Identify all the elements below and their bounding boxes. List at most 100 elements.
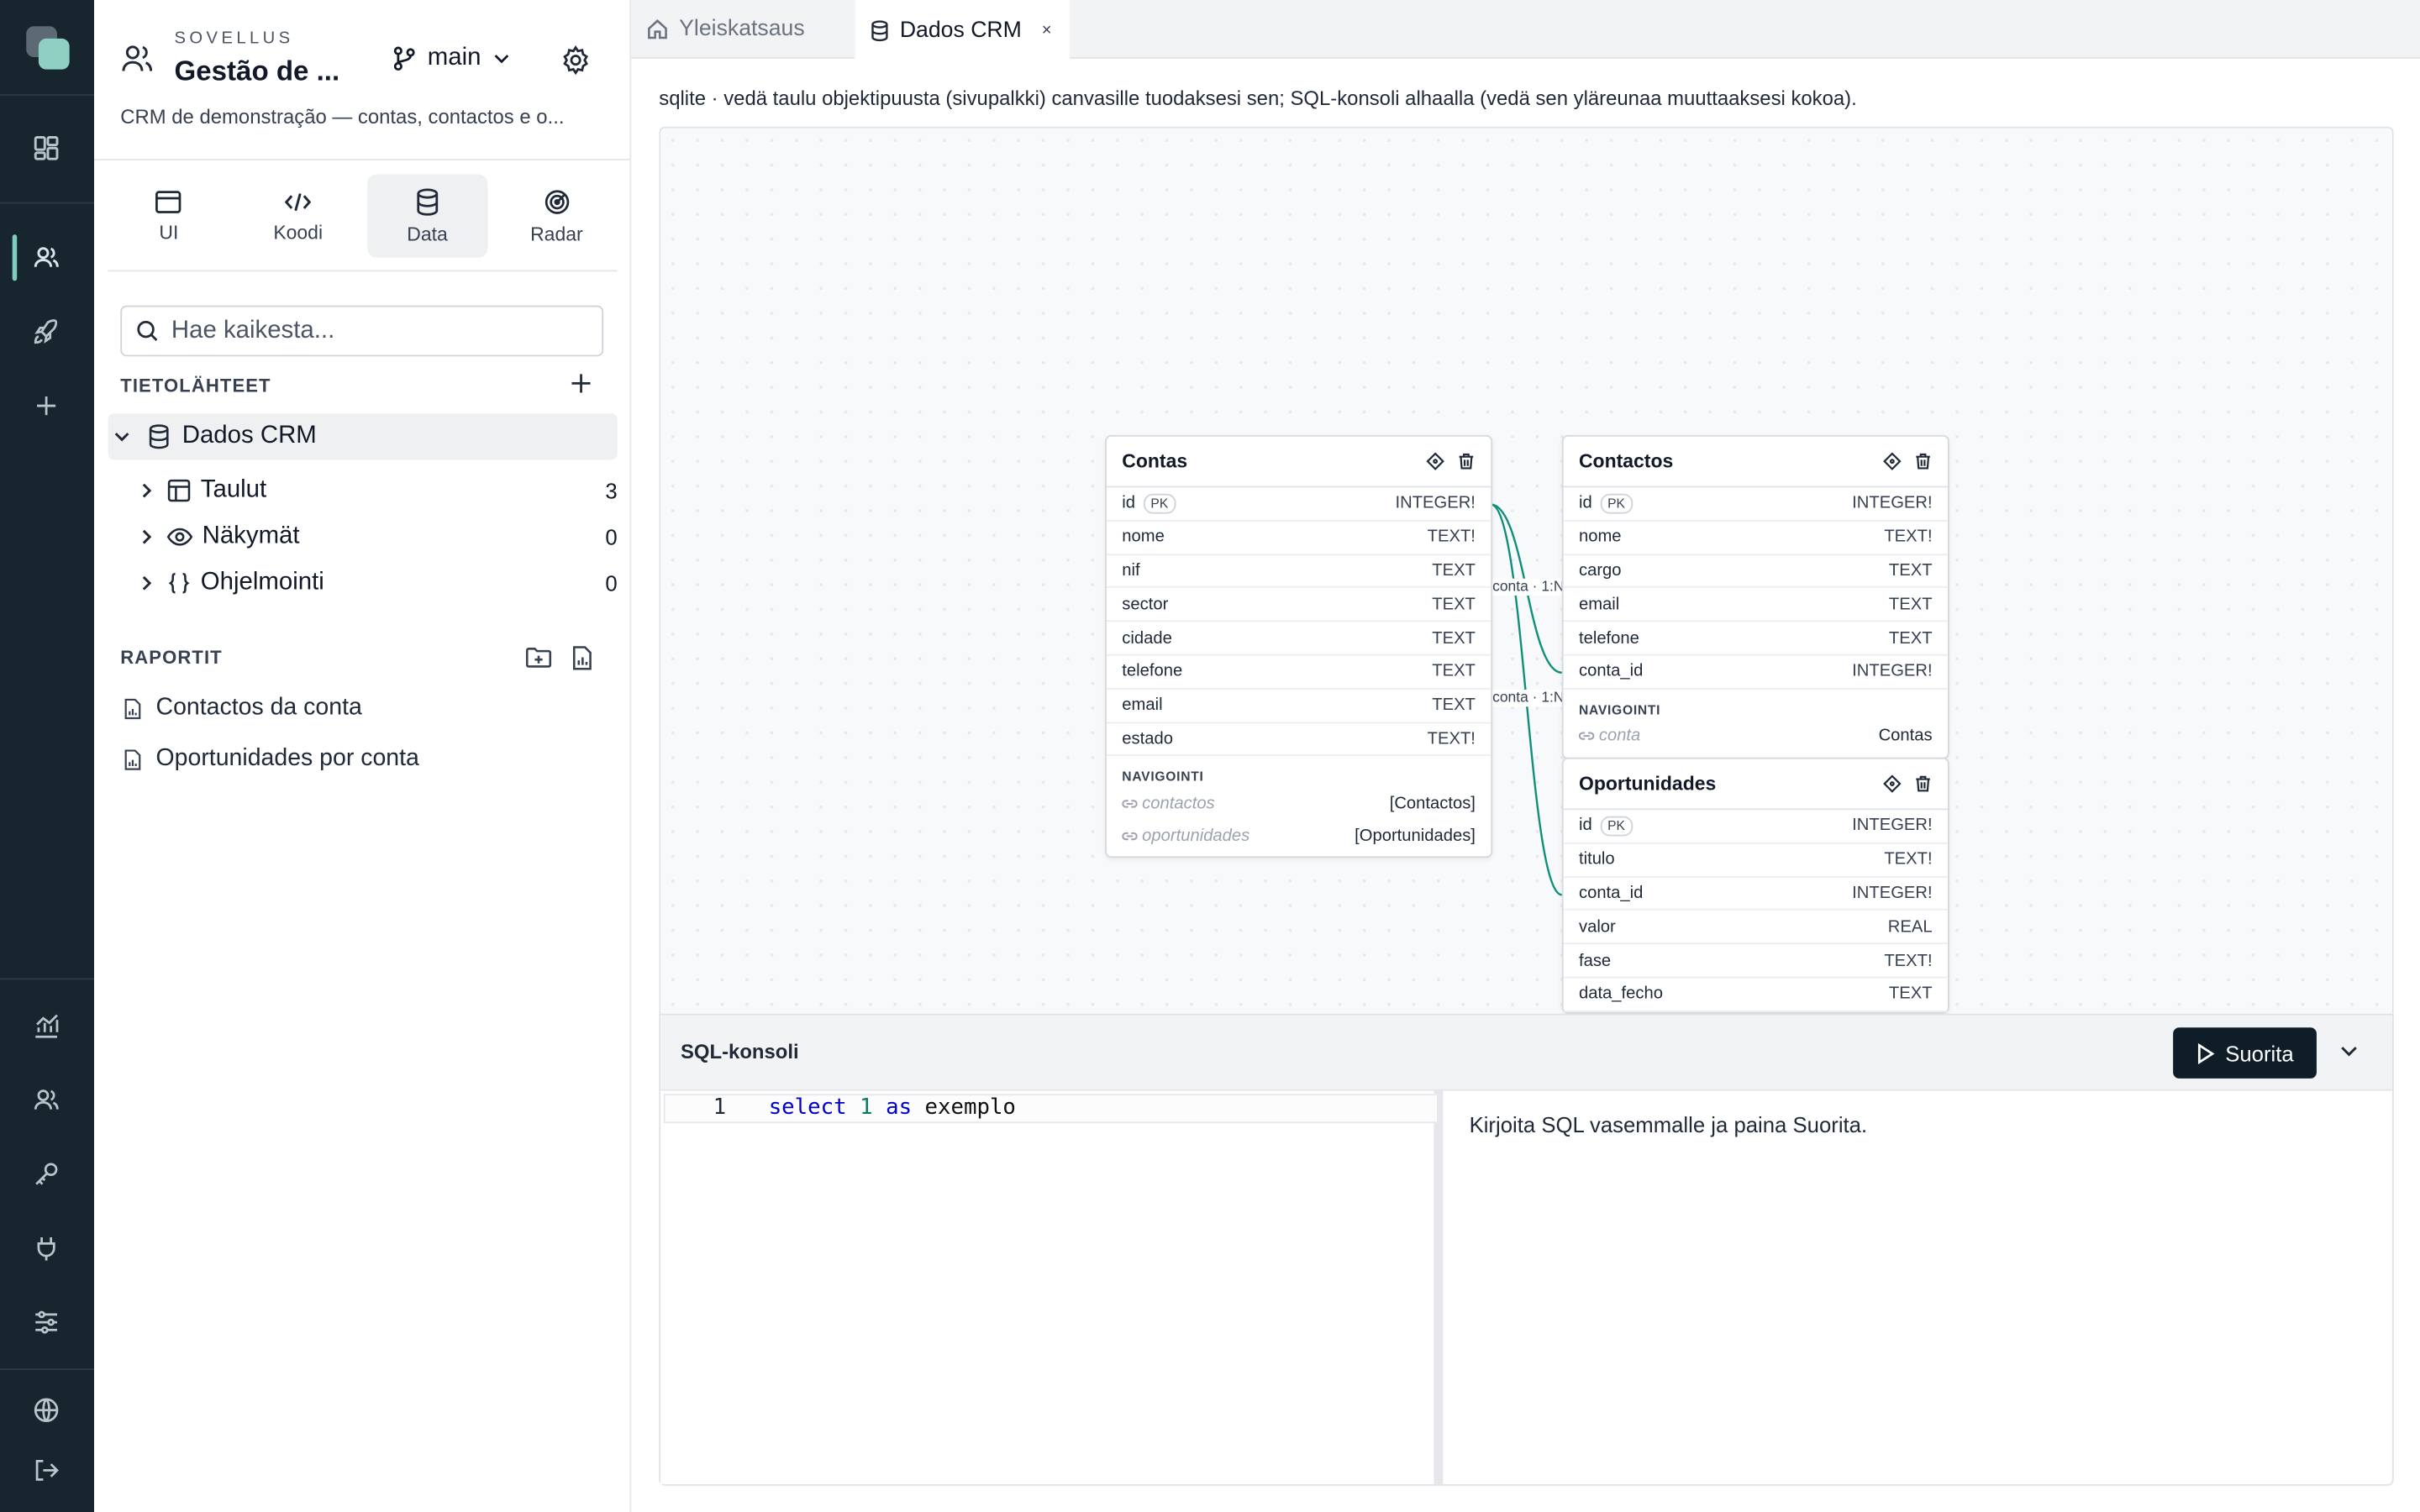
mode-data[interactable]: Data [366, 174, 488, 258]
column-row[interactable]: valor REAL [1563, 911, 1948, 945]
branch-selector[interactable]: main [391, 45, 513, 72]
trash-icon[interactable] [1914, 774, 1933, 793]
report-item[interactable]: Contactos da conta [124, 695, 362, 722]
app-logo-icon[interactable] [24, 24, 73, 73]
mode-koodi[interactable]: Koodi [237, 175, 359, 258]
pk-badge: PK [1599, 816, 1634, 837]
trash-icon[interactable] [1914, 452, 1933, 470]
locate-icon[interactable] [1883, 774, 1902, 793]
column-row[interactable]: email TEXT [1106, 690, 1491, 723]
close-tab-icon[interactable]: × [1042, 21, 1052, 39]
schema-canvas[interactable]: conta · 1:N conta · 1:N Contas id PK INTEG… [659, 126, 2394, 1016]
column-row[interactable]: data_fecho TEXT [1563, 978, 1948, 1012]
tree-item-ohjelmointi[interactable]: Ohjelmointi 0 [136, 563, 618, 603]
table-card-contas[interactable]: Contas id PK INTEGER! nome TEXT! nif TEXT se… [1105, 434, 1493, 858]
column-row[interactable]: conta_id INTEGER! [1563, 877, 1948, 911]
column-row[interactable]: email TEXT [1563, 589, 1948, 622]
run-button[interactable]: Suorita [2173, 1027, 2317, 1079]
column-row[interactable]: cidade TEXT [1106, 622, 1491, 656]
mode-radar[interactable]: Radar [496, 175, 618, 258]
column-type: TEXT [1432, 628, 1476, 648]
tree-label: Taulut [200, 476, 267, 503]
dashboard-icon[interactable] [28, 129, 65, 166]
new-report-icon[interactable] [571, 645, 593, 671]
column-name: id [1578, 494, 1592, 513]
add-datasource-icon[interactable] [570, 372, 593, 396]
datasource-dados-crm[interactable]: Dados CRM [108, 413, 618, 460]
settings-gear-icon[interactable] [560, 45, 592, 76]
table-header: Oportunidades [1563, 759, 1948, 811]
keyword-token: as [886, 1095, 913, 1121]
table-card-contactos[interactable]: Contactos id PK INTEGER! nome TEXT! cargo TE… [1561, 434, 1949, 759]
logout-icon[interactable] [28, 1452, 65, 1488]
column-row[interactable]: estado TEXT! [1106, 723, 1491, 757]
mode-ui[interactable]: UI [108, 175, 230, 258]
report-item[interactable]: Oportunidades por conta [124, 745, 419, 773]
key-icon[interactable] [28, 1156, 65, 1193]
column-row[interactable]: id PK INTEGER! [1106, 487, 1491, 522]
rocket-icon[interactable] [28, 313, 65, 350]
number-token: 1 [860, 1095, 873, 1121]
column-row[interactable]: telefone TEXT [1106, 656, 1491, 690]
column-name: cidade [1122, 628, 1172, 648]
column-name: email [1578, 595, 1620, 614]
column-row[interactable]: sector TEXT [1106, 589, 1491, 622]
navigation-row[interactable]: conta Contas [1564, 720, 1948, 753]
column-row[interactable]: conta_id INTEGER! [1563, 656, 1948, 690]
tab-dados-crm[interactable]: Dados CRM × [855, 0, 1070, 60]
column-row[interactable]: titulo TEXT! [1563, 843, 1948, 878]
icon-rail [0, 0, 95, 1512]
users-icon[interactable] [28, 239, 65, 276]
tab-yleiskatsaus[interactable]: Yleiskatsaus [631, 0, 855, 59]
column-name: conta_id [1578, 884, 1644, 903]
plug-icon[interactable] [28, 1230, 65, 1267]
column-row[interactable]: nome TEXT! [1106, 521, 1491, 555]
tree-item-taulut[interactable]: Taulut 3 [136, 470, 618, 511]
branch-name: main [427, 45, 481, 71]
code-icon [284, 189, 312, 213]
column-row[interactable]: nif TEXT [1106, 554, 1491, 589]
column-row[interactable]: id PK INTEGER! [1563, 487, 1948, 522]
sql-editor[interactable]: 1 select 1 as exemplo [660, 1090, 1444, 1484]
code-line[interactable]: select 1 as exemplo [769, 1095, 1016, 1120]
search-input[interactable]: Hae kaikesta... [120, 305, 604, 357]
sliders-icon[interactable] [28, 1304, 65, 1341]
column-type: TEXT [1888, 561, 1933, 580]
analytics-icon[interactable] [28, 1007, 65, 1044]
chevron-right-icon [136, 526, 158, 548]
new-folder-icon[interactable] [524, 645, 552, 669]
locate-icon[interactable] [1426, 452, 1444, 470]
column-row[interactable]: telefone TEXT [1563, 622, 1948, 656]
table-icon [166, 478, 191, 502]
relation-label: conta · 1:N [1491, 690, 1566, 707]
column-row[interactable]: cargo TEXT [1563, 554, 1948, 589]
nav-name: contactos [1142, 794, 1215, 813]
tree-item-nakymat[interactable]: Näkymät 0 [136, 517, 618, 557]
locate-icon[interactable] [1883, 452, 1902, 470]
run-label: Suorita [2225, 1040, 2294, 1066]
result-hint: Kirjoita SQL vasemmalle ja paina Suorita… [1469, 1112, 1868, 1137]
trash-icon[interactable] [1457, 452, 1476, 470]
add-app-icon[interactable] [28, 387, 65, 424]
mode-label: Koodi [273, 221, 324, 244]
team-icon[interactable] [28, 1082, 65, 1119]
collapse-chevron-icon[interactable] [2337, 1038, 2361, 1063]
column-row[interactable]: fase TEXT! [1563, 944, 1948, 979]
globe-icon[interactable] [28, 1392, 65, 1429]
column-type: TEXT [1432, 561, 1476, 580]
rail-active-indicator [12, 234, 18, 281]
column-type: INTEGER! [1852, 816, 1933, 836]
column-type: TEXT! [1884, 951, 1933, 970]
table-card-oportunidades[interactable]: Oportunidades id PK INTEGER! titulo TEXT! c… [1561, 757, 1949, 1014]
column-name: conta_id [1578, 662, 1644, 681]
tree-count: 0 [605, 524, 618, 549]
column-type: TEXT [1888, 595, 1933, 614]
navigation-row[interactable]: oportunidades [Oportunidades] [1107, 820, 1491, 853]
column-row[interactable]: nome TEXT! [1563, 521, 1948, 555]
column-row[interactable]: id PK INTEGER! [1563, 810, 1948, 844]
console-header[interactable]: SQL-konsoli Suorita [660, 1015, 2392, 1091]
column-type: TEXT [1432, 662, 1476, 681]
database-icon [871, 19, 889, 41]
navigation-row[interactable]: contactos [Contactos] [1107, 787, 1491, 820]
nav-target: [Contactos] [1389, 794, 1476, 813]
